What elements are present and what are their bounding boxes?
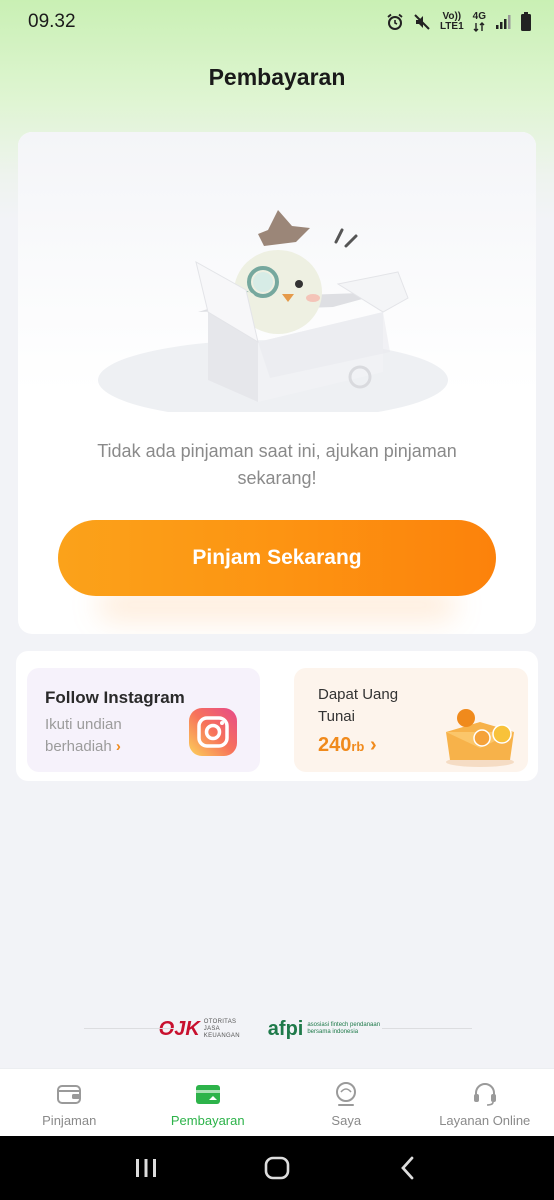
volte-indicator: Vo)) LTE1 — [439, 11, 464, 32]
promo-instagram-subtitle: Ikuti undian berhadiah — [45, 716, 122, 755]
afpi-logo: afpi asosiasi fintech pendanaan bersama … — [267, 1017, 381, 1040]
home-button[interactable] — [257, 1148, 297, 1188]
empty-state-card: Tidak ada pinjaman saat ini, ajukan pinj… — [18, 132, 536, 634]
nav-item-saya[interactable]: Saya — [277, 1069, 416, 1136]
mascot-in-box-illustration — [98, 210, 448, 412]
bottom-nav: Pinjaman Pembayaran Saya Layanan Online — [0, 1068, 554, 1136]
signal-icon — [496, 15, 511, 29]
promo-cash-amount: 240rb › — [318, 734, 377, 756]
ojk-logo: OJK OTORITAS JASA KEUANGAN — [158, 1017, 240, 1040]
promo-instagram-title: Follow Instagram — [45, 688, 185, 707]
battery-icon — [521, 12, 531, 31]
recent-apps-button[interactable] — [126, 1148, 166, 1188]
card-icon — [195, 1085, 220, 1104]
money-envelope-icon — [446, 709, 514, 767]
page-title: Pembayaran — [208, 64, 346, 90]
headset-icon — [473, 1083, 496, 1106]
nav-label-pembayaran: Pembayaran — [170, 1113, 245, 1128]
status-icons: Vo)) LTE1 4G — [386, 12, 532, 32]
back-icon — [401, 1156, 414, 1180]
alarm-icon — [387, 13, 403, 30]
nav-label-saya: Saya — [331, 1113, 362, 1128]
instagram-icon — [189, 708, 237, 756]
regulator-logos: OJK OTORITAS JASA KEUANGAN afpi asosiasi… — [84, 1010, 472, 1048]
network-indicator: 4G — [473, 12, 486, 32]
system-nav-bar — [0, 1136, 554, 1200]
nav-label-layanan-online: Layanan Online — [439, 1113, 531, 1128]
status-bar: 09.32 Vo)) LTE1 4G — [0, 0, 554, 44]
promo-cash-title: Dapat Uang Tunai — [318, 686, 399, 725]
pinjam-sekarang-button[interactable]: Pinjam Sekarang — [58, 520, 496, 596]
recent-apps-icon — [135, 1159, 156, 1177]
mute-icon — [414, 14, 430, 30]
nav-item-layanan-online[interactable]: Layanan Online — [416, 1069, 554, 1136]
back-button[interactable] — [388, 1148, 428, 1188]
nav-item-pembayaran[interactable]: Pembayaran — [139, 1069, 278, 1136]
home-icon — [264, 1156, 290, 1180]
chevron-right-icon: › — [115, 738, 121, 755]
nav-label-pinjaman: Pinjaman — [42, 1113, 97, 1128]
chevron-right-icon: › — [369, 734, 377, 756]
status-time: 09.32 — [28, 11, 76, 32]
profile-icon — [336, 1082, 357, 1106]
promo-card: Follow Instagram Ikuti undian berhadiah … — [16, 651, 538, 781]
dapat-uang-tunai-promo[interactable]: Dapat Uang Tunai 240rb › — [294, 668, 528, 772]
follow-instagram-promo[interactable]: Follow Instagram Ikuti undian berhadiah … — [27, 668, 260, 772]
nav-item-pinjaman[interactable]: Pinjaman — [0, 1069, 139, 1136]
wallet-icon — [57, 1085, 82, 1104]
empty-state-message: Tidak ada pinjaman saat ini, ajukan pinj… — [97, 441, 457, 488]
